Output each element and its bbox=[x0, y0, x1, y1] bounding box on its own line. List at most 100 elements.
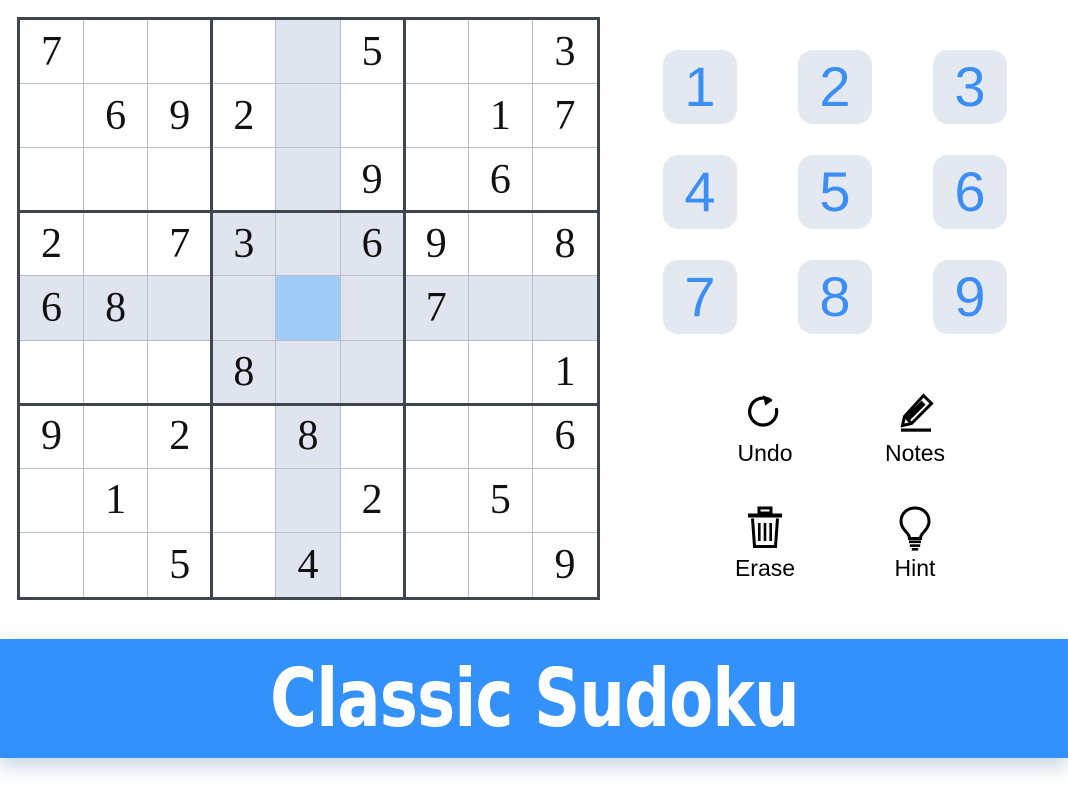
hint-button[interactable]: Hint bbox=[840, 503, 990, 618]
number-button-5[interactable]: 5 bbox=[798, 155, 872, 229]
cell-r9-c2[interactable] bbox=[84, 532, 149, 597]
cell-r5-c9[interactable] bbox=[532, 276, 597, 341]
cell-r8-c8[interactable]: 5 bbox=[468, 468, 533, 533]
cell-r7-c6[interactable] bbox=[340, 404, 405, 469]
cell-r6-c6[interactable] bbox=[340, 340, 405, 405]
cell-r8-c2[interactable]: 1 bbox=[84, 468, 149, 533]
cell-r8-c9[interactable] bbox=[532, 468, 597, 533]
cell-r2-c3[interactable]: 9 bbox=[148, 84, 213, 149]
cell-r5-c5[interactable] bbox=[276, 276, 341, 341]
cell-r1-c7[interactable] bbox=[404, 20, 469, 85]
cell-r4-c5[interactable] bbox=[276, 212, 341, 277]
cell-r1-c4[interactable] bbox=[212, 20, 277, 85]
cell-r7-c2[interactable] bbox=[84, 404, 149, 469]
cell-r9-c1[interactable] bbox=[20, 532, 85, 597]
cell-r3-c1[interactable] bbox=[20, 148, 85, 213]
number-button-4[interactable]: 4 bbox=[663, 155, 737, 229]
cell-r8-c6[interactable]: 2 bbox=[340, 468, 405, 533]
lightbulb-icon bbox=[894, 503, 936, 553]
cell-r4-c2[interactable] bbox=[84, 212, 149, 277]
cell-r6-c7[interactable] bbox=[404, 340, 469, 405]
cell-r1-c1[interactable]: 7 bbox=[20, 20, 85, 85]
cell-r2-c4[interactable]: 2 bbox=[212, 84, 277, 149]
cell-r5-c4[interactable] bbox=[212, 276, 277, 341]
cell-r1-c9[interactable]: 3 bbox=[532, 20, 597, 85]
cell-r5-c8[interactable] bbox=[468, 276, 533, 341]
cell-r2-c9[interactable]: 7 bbox=[532, 84, 597, 149]
cell-r6-c3[interactable] bbox=[148, 340, 213, 405]
cell-r6-c8[interactable] bbox=[468, 340, 533, 405]
cell-r4-c9[interactable]: 8 bbox=[532, 212, 597, 277]
cell-r9-c4[interactable] bbox=[212, 532, 277, 597]
cell-r4-c1[interactable]: 2 bbox=[20, 212, 85, 277]
cell-r3-c6[interactable]: 9 bbox=[340, 148, 405, 213]
sudoku-grid[interactable]: 7536921796273698687819286125549 bbox=[20, 20, 597, 597]
cell-r3-c4[interactable] bbox=[212, 148, 277, 213]
cell-r2-c6[interactable] bbox=[340, 84, 405, 149]
app-title: Classic Sudoku bbox=[269, 651, 800, 745]
cell-r6-c5[interactable] bbox=[276, 340, 341, 405]
bottom-banner: Classic Sudoku bbox=[0, 639, 1068, 758]
cell-r5-c6[interactable] bbox=[340, 276, 405, 341]
cell-r3-c8[interactable]: 6 bbox=[468, 148, 533, 213]
number-button-2[interactable]: 2 bbox=[798, 50, 872, 124]
cell-r7-c9[interactable]: 6 bbox=[532, 404, 597, 469]
cell-r5-c1[interactable]: 6 bbox=[20, 276, 85, 341]
number-button-1[interactable]: 1 bbox=[663, 50, 737, 124]
cell-r5-c2[interactable]: 8 bbox=[84, 276, 149, 341]
undo-label: Undo bbox=[737, 440, 793, 466]
cell-r9-c8[interactable] bbox=[468, 532, 533, 597]
cell-r9-c9[interactable]: 9 bbox=[532, 532, 597, 597]
cell-r9-c6[interactable] bbox=[340, 532, 405, 597]
undo-button[interactable]: Undo bbox=[690, 388, 840, 503]
cell-r3-c7[interactable] bbox=[404, 148, 469, 213]
cell-r6-c1[interactable] bbox=[20, 340, 85, 405]
number-button-8[interactable]: 8 bbox=[798, 260, 872, 334]
number-button-6[interactable]: 6 bbox=[933, 155, 1007, 229]
cell-r5-c7[interactable]: 7 bbox=[404, 276, 469, 341]
cell-r3-c2[interactable] bbox=[84, 148, 149, 213]
cell-r2-c1[interactable] bbox=[20, 84, 85, 149]
cell-r3-c5[interactable] bbox=[276, 148, 341, 213]
hint-label: Hint bbox=[894, 555, 936, 581]
cell-r4-c4[interactable]: 3 bbox=[212, 212, 277, 277]
cell-r1-c2[interactable] bbox=[84, 20, 149, 85]
cell-r8-c4[interactable] bbox=[212, 468, 277, 533]
cell-r6-c4[interactable]: 8 bbox=[212, 340, 277, 405]
cell-r8-c3[interactable] bbox=[148, 468, 213, 533]
notes-button[interactable]: Notes bbox=[840, 388, 990, 503]
number-button-7[interactable]: 7 bbox=[663, 260, 737, 334]
cell-r6-c2[interactable] bbox=[84, 340, 149, 405]
cell-r2-c5[interactable] bbox=[276, 84, 341, 149]
cell-r7-c7[interactable] bbox=[404, 404, 469, 469]
cell-r7-c1[interactable]: 9 bbox=[20, 404, 85, 469]
cell-r2-c7[interactable] bbox=[404, 84, 469, 149]
cell-r1-c5[interactable] bbox=[276, 20, 341, 85]
cell-r7-c3[interactable]: 2 bbox=[148, 404, 213, 469]
cell-r6-c9[interactable]: 1 bbox=[532, 340, 597, 405]
cell-r9-c7[interactable] bbox=[404, 532, 469, 597]
cell-r2-c2[interactable]: 6 bbox=[84, 84, 149, 149]
cell-r9-c5[interactable]: 4 bbox=[276, 532, 341, 597]
cell-r4-c8[interactable] bbox=[468, 212, 533, 277]
erase-button[interactable]: Erase bbox=[690, 503, 840, 618]
cell-r7-c8[interactable] bbox=[468, 404, 533, 469]
cell-r2-c8[interactable]: 1 bbox=[468, 84, 533, 149]
cell-r8-c1[interactable] bbox=[20, 468, 85, 533]
cell-r1-c6[interactable]: 5 bbox=[340, 20, 405, 85]
cell-r4-c6[interactable]: 6 bbox=[340, 212, 405, 277]
cell-r1-c3[interactable] bbox=[148, 20, 213, 85]
cell-r4-c7[interactable]: 9 bbox=[404, 212, 469, 277]
cell-r3-c9[interactable] bbox=[532, 148, 597, 213]
cell-r8-c7[interactable] bbox=[404, 468, 469, 533]
cell-r7-c4[interactable] bbox=[212, 404, 277, 469]
cell-r7-c5[interactable]: 8 bbox=[276, 404, 341, 469]
cell-r4-c3[interactable]: 7 bbox=[148, 212, 213, 277]
cell-r8-c5[interactable] bbox=[276, 468, 341, 533]
cell-r1-c8[interactable] bbox=[468, 20, 533, 85]
cell-r5-c3[interactable] bbox=[148, 276, 213, 341]
number-button-9[interactable]: 9 bbox=[933, 260, 1007, 334]
cell-r3-c3[interactable] bbox=[148, 148, 213, 213]
cell-r9-c3[interactable]: 5 bbox=[148, 532, 213, 597]
number-button-3[interactable]: 3 bbox=[933, 50, 1007, 124]
